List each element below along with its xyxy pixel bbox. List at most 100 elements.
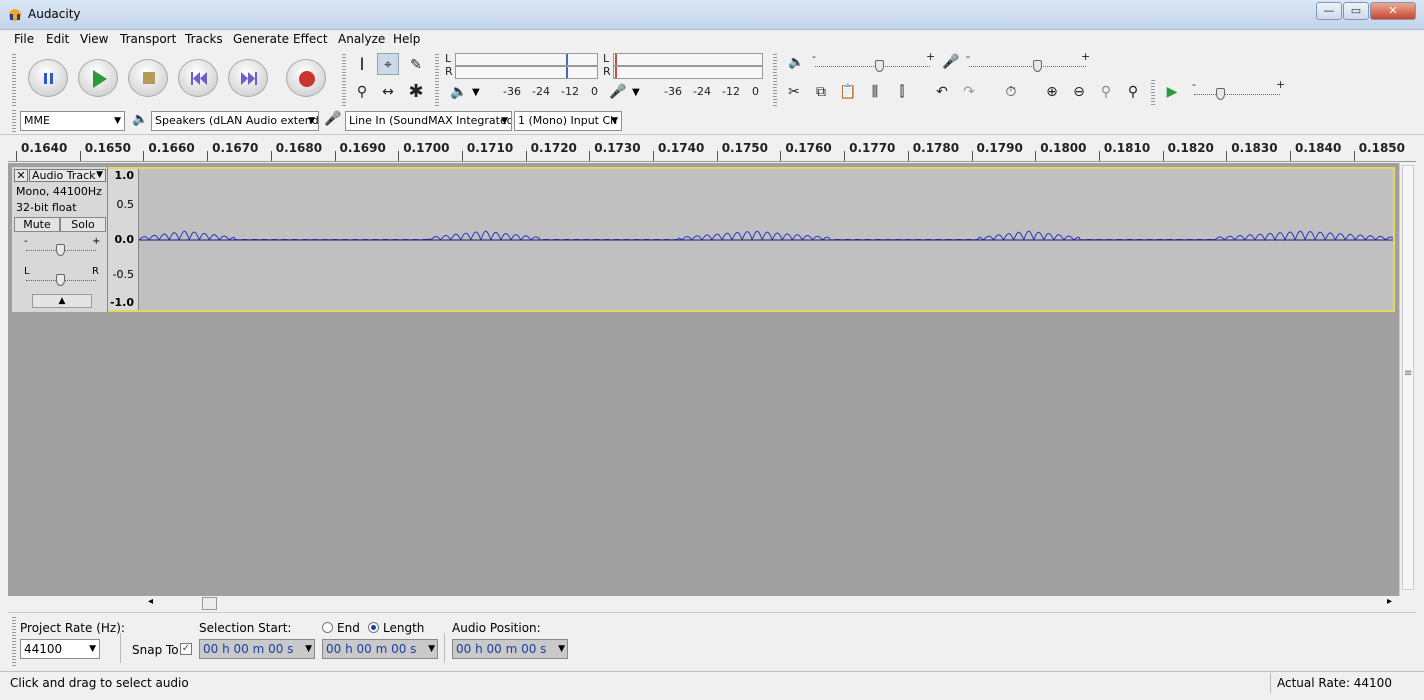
zoom-fit-project-icon: ⚲: [1127, 84, 1139, 100]
ruler-tick-label: 0.1830: [1231, 141, 1278, 155]
toolbar-grip[interactable]: [435, 54, 439, 108]
ruler-tick-label: 0.1640: [21, 141, 68, 155]
playback-volume-slider[interactable]: [815, 66, 930, 67]
zoom-in-icon: ⊕: [1046, 84, 1058, 100]
playback-meter-right[interactable]: [455, 66, 598, 79]
vertical-amplitude-ruler[interactable]: 1.0 0.5 0.0 -0.5 -1.0: [108, 169, 139, 310]
play-speed-slider[interactable]: [1194, 94, 1280, 95]
zoom-tool-button[interactable]: ⚲: [351, 81, 373, 103]
mute-button[interactable]: Mute: [14, 217, 60, 232]
chevron-down-icon: ▼: [96, 170, 103, 180]
menu-transport[interactable]: Transport: [120, 32, 176, 46]
timeline-ruler[interactable]: 0.1640 0.1650 0.1660 0.1670 0.1680 0.1690 0.17…: [8, 137, 1416, 162]
toolbar-grip[interactable]: [342, 54, 346, 108]
ruler-tick-label: 0.1770: [849, 141, 896, 155]
record-meter-left[interactable]: [613, 53, 763, 66]
toolbar-grip[interactable]: [1151, 80, 1155, 106]
time-shift-tool-button[interactable]: ↔: [377, 81, 399, 103]
toolbar-grip[interactable]: [12, 617, 16, 667]
chevron-down-icon[interactable]: ▼: [472, 87, 480, 98]
length-radio[interactable]: [368, 622, 379, 633]
paste-button[interactable]: 📋: [837, 81, 859, 103]
minimize-button[interactable]: —: [1316, 2, 1342, 20]
record-volume-slider[interactable]: [969, 66, 1086, 67]
track-close-button[interactable]: ✕: [14, 169, 28, 182]
pan-left-label: L: [24, 266, 30, 277]
fit-selection-button[interactable]: ⚲: [1095, 81, 1117, 103]
play-button[interactable]: [78, 59, 118, 97]
toolbar-grip[interactable]: [12, 54, 16, 108]
redo-button[interactable]: ↷: [958, 81, 980, 103]
play-at-speed-button[interactable]: ▶: [1161, 81, 1183, 103]
menu-tracks[interactable]: Tracks: [185, 32, 223, 46]
selection-start-time[interactable]: 00 h 00 m 00 s ▼: [199, 639, 315, 659]
toolbar-grip[interactable]: [12, 110, 16, 132]
envelope-tool-button[interactable]: ⌖: [377, 53, 399, 75]
record-meter-button[interactable]: 🎤: [607, 81, 629, 103]
horizontal-scrollbar[interactable]: ◂ ▸: [145, 596, 1399, 611]
speaker-icon: 🔈: [450, 84, 468, 100]
undo-button[interactable]: ↶: [931, 81, 953, 103]
fit-project-button[interactable]: ⚲: [1122, 81, 1144, 103]
zoom-in-button[interactable]: ⊕: [1041, 81, 1063, 103]
copy-icon: ⧉: [816, 84, 826, 100]
playback-volume-thumb[interactable]: [875, 60, 884, 72]
snap-to-checkbox[interactable]: ✓: [180, 643, 192, 655]
menu-effect[interactable]: Effect: [293, 32, 328, 46]
record-volume-thumb[interactable]: [1033, 60, 1042, 72]
record-meter-right[interactable]: [613, 66, 763, 79]
selection-length-time[interactable]: 00 h 00 m 00 s ▼: [322, 639, 438, 659]
track-pan-thumb[interactable]: [56, 274, 65, 286]
double-arrow-icon: ↔: [382, 84, 394, 100]
collapse-track-button[interactable]: ▲: [32, 294, 92, 308]
pause-button[interactable]: [28, 59, 68, 97]
copy-button[interactable]: ⧉: [810, 81, 832, 103]
end-radio[interactable]: [322, 622, 333, 633]
chevron-down-icon: ▼: [114, 116, 121, 126]
solo-button[interactable]: Solo: [60, 217, 106, 232]
chevron-down-icon[interactable]: ▼: [632, 87, 640, 98]
draw-tool-button[interactable]: ✎: [405, 54, 427, 76]
trim-button[interactable]: ⫼: [864, 81, 886, 103]
toolbar-grip[interactable]: [773, 54, 777, 108]
maximize-button[interactable]: ▭: [1343, 2, 1369, 20]
cut-button[interactable]: ✂: [783, 81, 805, 103]
multi-tool-button[interactable]: ✱: [405, 81, 427, 103]
vertical-scrollbar[interactable]: ≡: [1399, 163, 1416, 596]
menu-edit[interactable]: Edit: [46, 32, 69, 46]
menu-view[interactable]: View: [80, 32, 108, 46]
meter-tick: -12: [722, 85, 740, 98]
skip-to-start-button[interactable]: [178, 59, 218, 97]
close-window-button[interactable]: ✕: [1370, 2, 1416, 20]
scroll-left-icon[interactable]: ◂: [148, 596, 153, 607]
horizontal-scroll-thumb[interactable]: [202, 597, 217, 610]
play-speed-thumb[interactable]: [1216, 88, 1225, 100]
audio-position-time[interactable]: 00 h 00 m 00 s ▼: [452, 639, 568, 659]
pencil-icon: ✎: [410, 57, 422, 73]
menu-file[interactable]: File: [14, 32, 34, 46]
input-device-select[interactable]: Line In (SoundMAX Integrated ▼: [345, 111, 512, 131]
project-rate-select[interactable]: 44100 ▼: [20, 639, 100, 659]
track-bit-depth-info: 32-bit float: [16, 201, 77, 214]
stop-button[interactable]: [128, 59, 168, 97]
sync-lock-button[interactable]: ⏱: [1000, 81, 1022, 103]
selection-tool-button[interactable]: I: [351, 54, 373, 76]
menu-generate[interactable]: Generate: [233, 32, 289, 46]
input-channels-select[interactable]: 1 (Mono) Input Ch ▼: [514, 111, 622, 131]
audio-host-select[interactable]: MME ▼: [20, 111, 125, 131]
silence-button[interactable]: ⫿: [891, 81, 913, 103]
track-name-menu[interactable]: Audio Track ▼: [29, 169, 106, 182]
pan-right-label: R: [92, 266, 99, 277]
scroll-right-icon[interactable]: ▸: [1387, 596, 1392, 607]
record-button[interactable]: [286, 59, 326, 97]
zoom-fit-selection-icon: ⚲: [1100, 84, 1112, 100]
output-device-select[interactable]: Speakers (dLAN Audio extende ▼: [151, 111, 319, 131]
waveform-display[interactable]: [138, 169, 1394, 310]
playback-meter-button[interactable]: 🔈: [448, 81, 470, 103]
track-gain-thumb[interactable]: [56, 244, 65, 256]
skip-to-end-button[interactable]: [228, 59, 268, 97]
playback-meter-left[interactable]: [455, 53, 598, 66]
menu-help[interactable]: Help: [393, 32, 420, 46]
zoom-out-button[interactable]: ⊖: [1068, 81, 1090, 103]
menu-analyze[interactable]: Analyze: [338, 32, 385, 46]
